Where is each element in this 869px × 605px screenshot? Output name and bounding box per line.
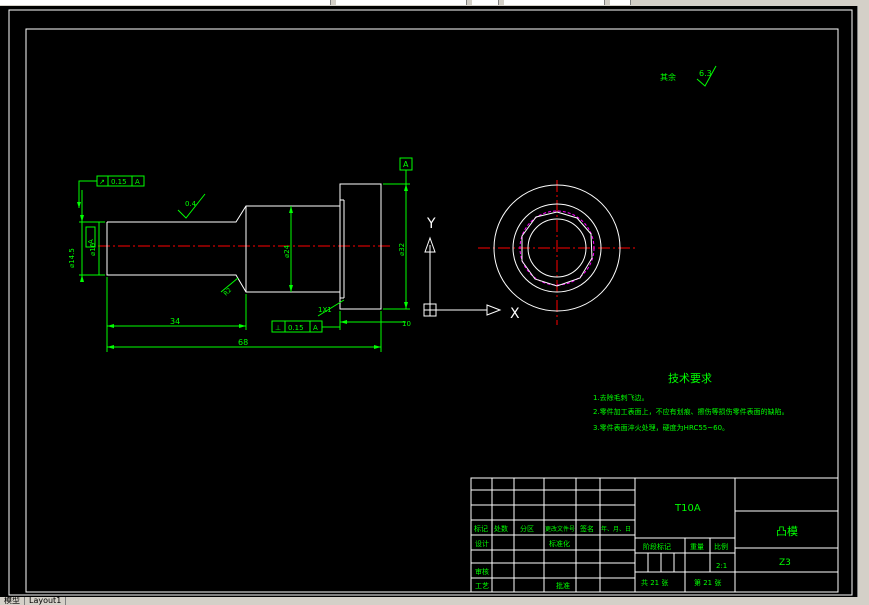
dim-neck-radius: R2: [222, 287, 233, 298]
title-sheet-total: 共 21 张: [641, 578, 668, 587]
dim-d-small: ⌀14.5: [68, 248, 76, 268]
cad-drawing-canvas[interactable]: 其余 6.3 ⌀14.5 ⌀16 ⌀24 ⌀32 34 68 10 1X1 0.…: [0, 6, 857, 597]
layout-tabs-bar: 模型 Layout1: [0, 597, 869, 605]
title-col-count: 处数: [494, 524, 508, 533]
tolerance-value: 0.15: [111, 178, 127, 186]
datum-label-top: A: [403, 160, 409, 169]
axis-label-y: Y: [426, 216, 436, 232]
part-side-view: [98, 183, 392, 310]
tab-layout1[interactable]: Layout1: [25, 597, 67, 605]
title-part-name: 凸模: [776, 525, 798, 538]
tab-model[interactable]: 模型: [0, 597, 25, 605]
tech-req-line-2: 2.零件加工表面上，不应有划痕、擦伤等损伤零件表面的缺陷。: [593, 407, 789, 416]
tolerance-frame-top: ↗ 0.15 A: [96, 175, 145, 187]
roughness-note-label: 其余: [660, 72, 676, 82]
vertical-scrollbar[interactable]: [857, 6, 869, 597]
dim-len-34: 34: [170, 317, 180, 326]
title-drawing-no: Z3: [779, 558, 791, 568]
dimensions: [78, 170, 410, 352]
tolerance-value: 0.15: [288, 324, 304, 332]
title-material: T10A: [674, 503, 701, 514]
title-weight-label: 重量: [690, 543, 704, 551]
title-scale-label: 比例: [714, 542, 728, 551]
tolerance-datum: A: [313, 324, 318, 332]
dim-len-10: 10: [402, 320, 411, 328]
dimension-arrows: [77, 184, 408, 349]
part-end-view: [478, 180, 636, 325]
toolbar-segment[interactable]: [610, 0, 631, 5]
title-col-zone: 分区: [520, 524, 534, 533]
dim-len-68: 68: [238, 338, 248, 347]
tolerance-frame-bottom: ⊥ 0.15 A: [271, 320, 323, 333]
title-scale: 2:1: [716, 562, 727, 570]
title-col-mark: 标记: [474, 524, 488, 533]
toolbar-segment[interactable]: [0, 0, 331, 5]
tech-req-line-1: 1.去除毛刺飞边。: [593, 393, 649, 402]
title-row-review: 审核: [475, 567, 489, 576]
tolerance-datum: A: [135, 178, 140, 186]
ucs-icon: [423, 236, 502, 317]
title-row-design: 设计: [475, 539, 489, 548]
tech-req-line-3: 3.零件表面淬火处理，硬度为HRC55~60。: [593, 423, 729, 432]
dim-roughness-shaft: 0.4: [185, 200, 197, 208]
dim-chamfer: 1X1: [318, 306, 332, 314]
datum-label-left: A: [87, 239, 95, 244]
title-stage-label: 阶段标记: [643, 542, 671, 551]
toolbar-segment[interactable]: [472, 0, 499, 5]
title-row-standard: 标准化: [549, 539, 570, 548]
toolbar-segment[interactable]: [336, 0, 467, 5]
tech-req-title: 技术要求: [668, 372, 712, 385]
dim-d-mid: ⌀24: [283, 244, 291, 258]
perpendicularity-symbol-icon: ⊥: [275, 324, 281, 332]
title-row-process: 工艺: [475, 582, 489, 590]
title-col-date: 年、月、日: [601, 525, 631, 533]
dim-d-head: ⌀32: [398, 243, 406, 256]
title-col-sign: 签名: [580, 524, 594, 533]
title-sheet-no: 第 21 张: [694, 578, 721, 587]
axis-label-x: X: [510, 306, 520, 322]
title-col-change: 更改文件号: [545, 525, 575, 533]
toolbar-segment[interactable]: [504, 0, 605, 5]
runout-symbol-icon: ↗: [99, 178, 105, 186]
title-row-approve: 批准: [556, 581, 570, 590]
